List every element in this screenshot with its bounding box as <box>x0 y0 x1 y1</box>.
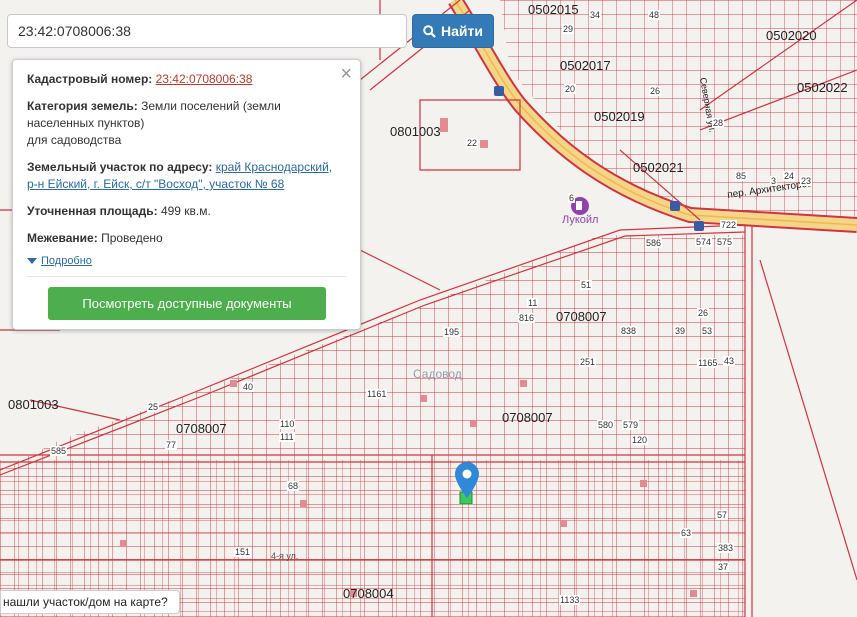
found-parcel-prompt-text: нашли участок/дом на карте? <box>3 595 168 609</box>
parcel-number: 39 <box>674 326 687 336</box>
details-toggle[interactable]: Подробно <box>27 255 346 267</box>
parcel-number: 580 <box>597 420 615 430</box>
category-use: для садоводства <box>27 133 122 147</box>
parcel-number: 11 <box>527 298 539 308</box>
area-label: Уточненная площадь: <box>27 204 158 218</box>
address-row: Земельный участок по адресу: край Красно… <box>27 159 346 193</box>
parcel-number: 151 <box>234 547 252 557</box>
parcel-number: 85 <box>735 171 748 181</box>
parcel-number: 575 <box>716 237 734 247</box>
view-documents-button[interactable]: Посмотреть доступные документы <box>48 287 326 320</box>
parcel-number: 37 <box>717 562 730 572</box>
cadastral-row: Кадастровый номер: 23:42:0708006:38 <box>27 71 346 88</box>
cadastral-number-link[interactable]: 23:42:0708006:38 <box>156 72 253 86</box>
search-input[interactable] <box>7 14 407 48</box>
parcel-number: 120 <box>631 435 649 445</box>
parcel-number: 111 <box>279 432 295 442</box>
quarter-label: 0502020 <box>766 28 817 43</box>
parcel-info-panel: × Кадастровый номер: 23:42:0708006:38 Ка… <box>12 59 361 330</box>
parcel-number: 34 <box>589 10 602 20</box>
close-icon[interactable]: × <box>340 64 352 84</box>
parcel-number: 195 <box>443 327 461 337</box>
details-link[interactable]: Подробно <box>41 255 92 267</box>
parcel-number: 1165 <box>697 358 719 368</box>
location-pin-icon[interactable] <box>455 462 479 498</box>
search-button[interactable]: Найти <box>412 14 494 48</box>
quarter-label: 0502015 <box>528 2 579 17</box>
survey-row: Межевание: Проведено <box>27 230 346 247</box>
parcel-number: 20 <box>564 84 577 94</box>
parcel-number: 3 <box>770 176 778 186</box>
category-row: Категория земель: Земли поселений (земли… <box>27 98 346 149</box>
quarter-label: 0502021 <box>633 160 684 175</box>
survey-label: Межевание: <box>27 231 98 245</box>
address-label: Земельный участок по адресу: <box>27 160 213 174</box>
parcel-number: 6 <box>568 193 576 203</box>
quarter-label: 0708007 <box>556 309 607 324</box>
parcel-number: 57 <box>716 510 729 520</box>
quarter-label: 0801003 <box>8 397 59 412</box>
parcel-number: 816 <box>518 313 536 323</box>
cadastral-label: Кадастровый номер: <box>27 72 153 86</box>
parcel-number: 25 <box>147 402 160 412</box>
search-button-label: Найти <box>441 23 483 39</box>
quarter-label: 0708007 <box>176 421 227 436</box>
parcel-number: 40 <box>242 382 255 392</box>
street-label: 4-я ул. <box>271 551 299 561</box>
area-row: Уточненная площадь: 499 кв.м. <box>27 203 346 220</box>
parcel-number: 29 <box>562 24 575 34</box>
parcel-number: 51 <box>580 280 593 290</box>
parcel-number: 43 <box>723 356 736 366</box>
quarter-label: 0502017 <box>560 58 611 73</box>
poi-label: Лукойл <box>562 214 599 226</box>
parcel-number: 63 <box>680 528 693 538</box>
parcel-number: 53 <box>701 326 714 336</box>
bus-stop-icon <box>494 86 504 96</box>
parcel-number: 579 <box>622 420 640 430</box>
caret-down-icon <box>27 258 37 264</box>
parcel-number: 110 <box>279 419 296 429</box>
parcel-number: 28 <box>712 118 725 128</box>
parcel-number: 48 <box>648 10 661 20</box>
quarter-label: 0502019 <box>594 109 645 124</box>
quarter-label: 0502022 <box>797 80 848 95</box>
parcel-number: 26 <box>697 308 710 318</box>
area-value: 499 кв.м. <box>160 204 211 218</box>
quarter-label: 0708004 <box>343 586 394 601</box>
bus-stop-icon <box>694 221 704 231</box>
parcel-number: 585 <box>50 446 68 456</box>
divider <box>27 276 346 277</box>
parcel-number: 722 <box>720 220 738 230</box>
quarter-label: 0708007 <box>502 410 553 425</box>
parcel-number: 586 <box>645 238 663 248</box>
bus-stop-icon <box>670 201 680 211</box>
parcel-number: 251 <box>579 357 597 367</box>
parcel-number: 22 <box>466 138 479 148</box>
parcel-number: 77 <box>165 440 178 450</box>
parcel-number: 1161 <box>366 389 388 399</box>
search-icon <box>423 24 436 38</box>
parcel-number: 24 <box>783 171 796 181</box>
parcel-number: 26 <box>649 86 662 96</box>
parcel-number: 68 <box>287 481 300 491</box>
place-label: Садовод <box>413 367 462 381</box>
quarter-label: 0801003 <box>390 124 441 139</box>
parcel-number: 1133 <box>559 595 581 605</box>
category-label: Категория земель: <box>27 99 138 113</box>
found-parcel-prompt[interactable]: нашли участок/дом на карте? <box>0 590 180 614</box>
parcel-number: 383 <box>717 543 735 553</box>
parcel-number: 838 <box>620 326 638 336</box>
parcel-number: 23 <box>800 176 813 186</box>
parcel-number: 574 <box>695 237 713 247</box>
survey-value: Проведено <box>101 231 163 245</box>
